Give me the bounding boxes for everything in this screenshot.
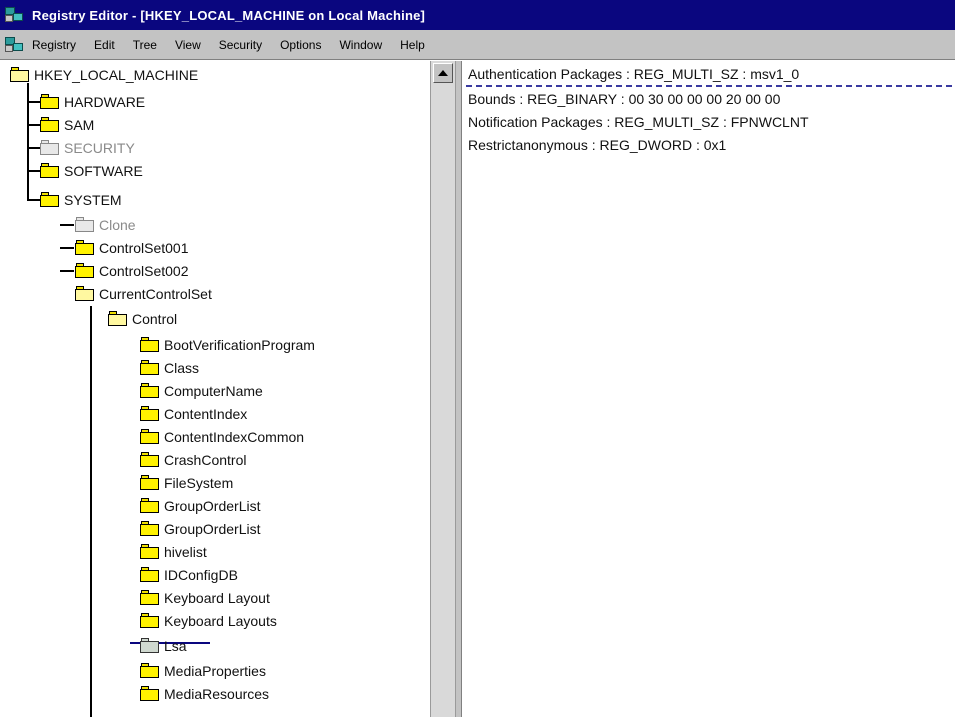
tree-node-security[interactable]: SECURITY — [40, 136, 135, 159]
folder-icon — [40, 117, 60, 132]
values-pane[interactable]: Authentication Packages : REG_MULTI_SZ :… — [462, 61, 955, 717]
tree-node-controlset002[interactable]: ControlSet002 — [75, 259, 189, 282]
folder-icon — [140, 383, 160, 398]
folder-icon — [75, 240, 95, 255]
folder-icon — [75, 263, 95, 278]
folder-icon — [75, 217, 95, 232]
folder-icon — [140, 406, 160, 421]
scroll-up-button[interactable] — [433, 63, 453, 83]
tree-node-crashcontrol[interactable]: CrashControl — [140, 448, 246, 471]
value-bounds[interactable]: Bounds : REG_BINARY : 00 30 00 00 00 20 … — [468, 88, 780, 110]
tree-node-system[interactable]: SYSTEM — [40, 188, 122, 211]
tree-node-keyboard-layouts[interactable]: Keyboard Layouts — [140, 609, 277, 632]
focus-indicator — [466, 85, 952, 87]
value-authentication-packages[interactable]: Authentication Packages : REG_MULTI_SZ :… — [468, 63, 799, 85]
folder-icon — [40, 94, 60, 109]
tree-node-hardware[interactable]: HARDWARE — [40, 90, 145, 113]
tree-node-contentindexcommon[interactable]: ContentIndexCommon — [140, 425, 304, 448]
folder-icon — [140, 590, 160, 605]
tree-connector — [27, 199, 41, 201]
menu-view[interactable]: View — [166, 35, 210, 55]
tree-node-currentcontrolset[interactable]: CurrentControlSet — [75, 282, 212, 305]
registry-editor-icon — [4, 5, 26, 25]
tree-connector — [27, 170, 41, 172]
folder-icon — [140, 498, 160, 513]
tree-node-root[interactable]: HKEY_LOCAL_MACHINE — [10, 63, 198, 86]
menu-registry[interactable]: Registry — [32, 35, 85, 55]
folder-icon — [140, 452, 160, 467]
tree-node-hivelist[interactable]: hivelist — [140, 540, 207, 563]
tree-node-control[interactable]: Control — [108, 307, 177, 330]
folder-icon — [140, 544, 160, 559]
tree-node-computername[interactable]: ComputerName — [140, 379, 263, 402]
title-bar[interactable]: Registry Editor - [HKEY_LOCAL_MACHINE on… — [0, 0, 955, 30]
folder-icon — [40, 140, 60, 155]
tree-node-contentindex[interactable]: ContentIndex — [140, 402, 247, 425]
tree-node-grouporderlist-2[interactable]: GroupOrderList — [140, 517, 260, 540]
registry-editor-window: Registry Editor - [HKEY_LOCAL_MACHINE on… — [0, 0, 955, 717]
tree-node-mediaproperties[interactable]: MediaProperties — [140, 659, 266, 682]
tree-connector — [27, 147, 41, 149]
tree-node-idconfigdb[interactable]: IDConfigDB — [140, 563, 238, 586]
tree-connector — [60, 270, 74, 272]
folder-icon — [40, 192, 60, 207]
folder-open-icon — [140, 638, 160, 653]
tree-node-filesystem[interactable]: FileSystem — [140, 471, 233, 494]
tree-node-mediaresources[interactable]: MediaResources — [140, 682, 269, 705]
tree-node-keyboard-layout[interactable]: Keyboard Layout — [140, 586, 270, 609]
tree-node-sam[interactable]: SAM — [40, 113, 94, 136]
folder-icon — [140, 567, 160, 582]
folder-open-icon — [75, 286, 95, 301]
folder-icon — [40, 163, 60, 178]
menu-options[interactable]: Options — [271, 35, 330, 55]
tree-node-class[interactable]: Class — [140, 356, 199, 379]
menu-tree[interactable]: Tree — [124, 35, 166, 55]
folder-icon — [140, 337, 160, 352]
tree-node-software[interactable]: SOFTWARE — [40, 159, 143, 182]
tree-node-bootverificationprogram[interactable]: BootVerificationProgram — [140, 333, 315, 356]
folder-open-icon — [10, 67, 30, 82]
folder-icon — [140, 521, 160, 536]
menu-security[interactable]: Security — [210, 35, 271, 55]
tree-scrollbar[interactable] — [430, 61, 456, 717]
key-tree-pane[interactable]: HKEY_LOCAL_MACHINE HARDWARE SAM SECURITY… — [0, 61, 430, 717]
document-window-icon[interactable] — [4, 35, 26, 55]
folder-icon — [140, 613, 160, 628]
arrow-up-icon — [438, 70, 448, 76]
tree-node-clone[interactable]: Clone — [75, 213, 136, 236]
tree-node-grouporderlist[interactable]: GroupOrderList — [140, 494, 260, 517]
menu-window[interactable]: Window — [330, 35, 391, 55]
folder-icon — [140, 663, 160, 678]
tree-connector — [90, 306, 92, 717]
value-restrictanonymous[interactable]: Restrictanonymous : REG_DWORD : 0x1 — [468, 134, 726, 156]
window-title: Registry Editor - [HKEY_LOCAL_MACHINE on… — [32, 7, 426, 23]
folder-icon — [140, 429, 160, 444]
tree-connector — [27, 124, 41, 126]
menu-bar: Registry Edit Tree View Security Options… — [0, 30, 955, 60]
folder-icon — [140, 360, 160, 375]
folder-open-icon — [108, 311, 128, 326]
tree-node-lsa[interactable]: Lsa — [140, 634, 187, 657]
tree-node-controlset001[interactable]: ControlSet001 — [75, 236, 189, 259]
menu-edit[interactable]: Edit — [85, 35, 124, 55]
tree-connector — [27, 101, 41, 103]
menu-help[interactable]: Help — [391, 35, 434, 55]
tree-connector — [60, 224, 74, 226]
folder-icon — [140, 475, 160, 490]
value-notification-packages[interactable]: Notification Packages : REG_MULTI_SZ : F… — [468, 111, 809, 133]
folder-icon — [140, 686, 160, 701]
tree-connector — [60, 247, 74, 249]
